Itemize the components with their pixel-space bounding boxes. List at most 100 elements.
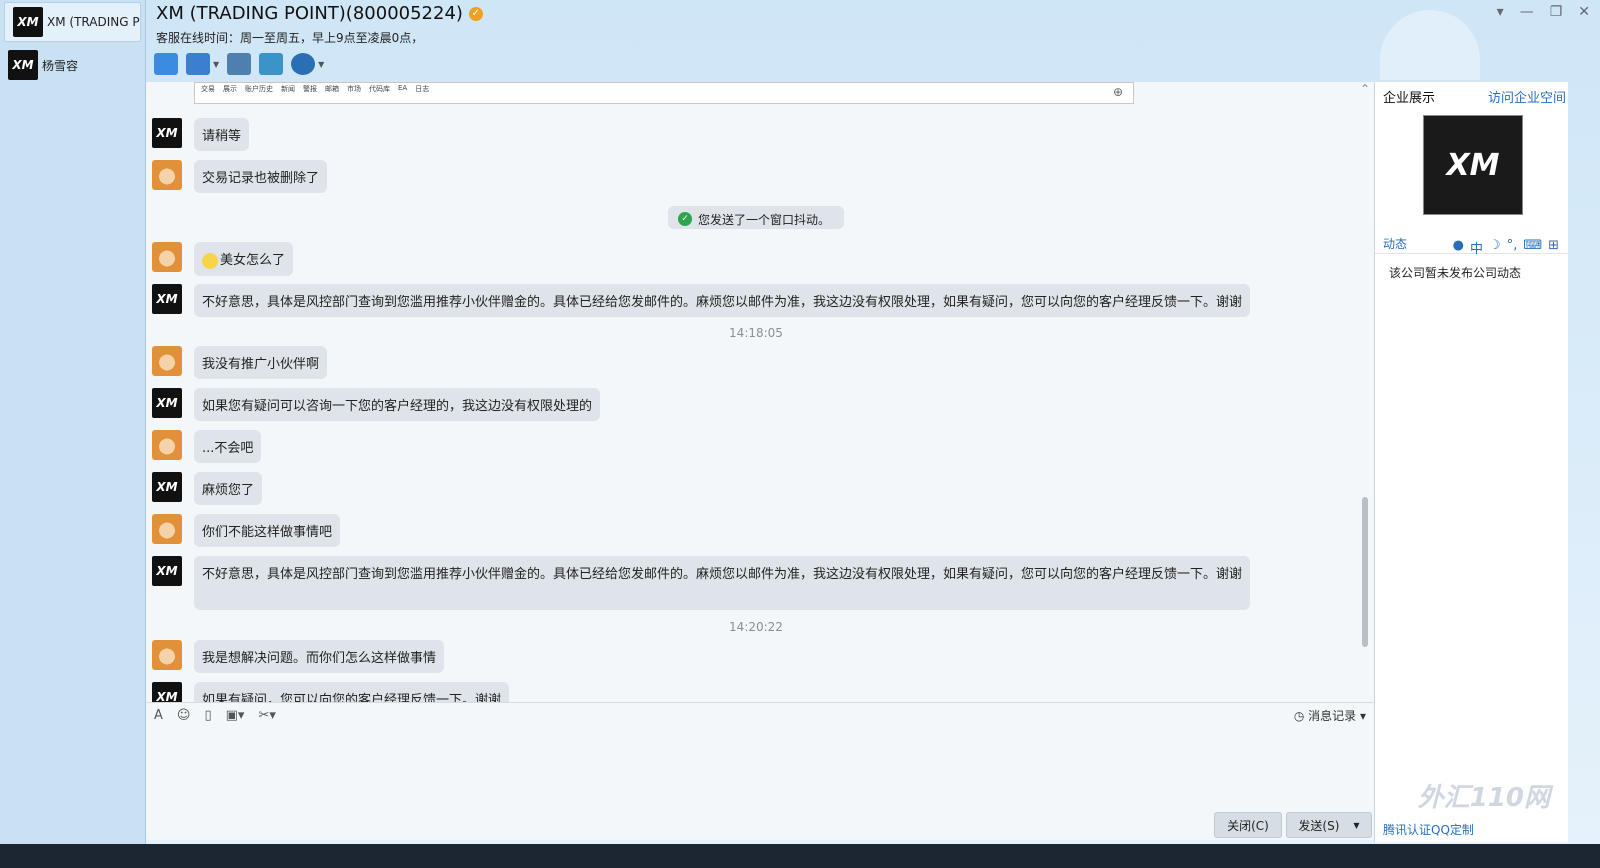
send-button[interactable]: 发送(S) ▼ [1286,812,1372,838]
user-avatar [152,640,182,670]
message-item: 我是想解决问题。而你们怎么这样做事情 [152,640,445,673]
contact-name: 杨雪容 [42,58,79,73]
chat-header: XM (TRADING POINT)(800005224) ✓ 客服在线时间：周… [146,0,1600,82]
message-item: 我没有推广小伙伴啊 [152,346,328,379]
maximize-icon[interactable]: ❐ [1550,4,1563,20]
screenshot-image[interactable]: 交易 展示 账户历史 新闻 警报 邮箱 市场 代码库 EA 日志 ⊕ [194,82,1134,104]
empty-dynamic-text: 该公司暂未发布公司动态 [1389,266,1522,280]
message-history-button[interactable]: ◷ 消息记录 ▾ [1294,707,1366,724]
user-avatar [152,346,182,376]
contact-item-yang[interactable]: XM 杨雪容 [0,44,145,86]
message-item: 交易记录也被删除了 [152,160,328,193]
app-button[interactable] [259,52,284,76]
user-avatar [152,160,182,190]
message-item: 美女怎么了 [152,242,294,276]
chevron-down-icon: ▼ [213,59,220,69]
message-text: 美女怎么了 [220,253,286,268]
moon-icon[interactable]: ☽ [1489,238,1501,257]
grid-icon[interactable]: ⊞ [1548,238,1559,257]
enterprise-panel: 企业展示 访问企业空间 XM 动态 ● 中 ☽ °, ⌨ ⊞ 该公司暂未发布公司… [1374,82,1569,842]
ime-toolbar: ● 中 ☽ °, ⌨ ⊞ [1453,238,1559,257]
strip-tab: EA [398,84,408,92]
strip-tab: 代码库 [369,85,390,93]
system-message: ✓ 您发送了一个窗口抖动。 [668,206,845,229]
message-bubble: ...不会吧 [194,430,262,463]
os-taskbar [0,844,1600,868]
zoom-icon[interactable]: ⊕ [1113,85,1123,99]
add-user-icon [154,53,178,75]
service-hours: 客服在线时间：周一至周五，早上9点至凌晨0点， [156,31,424,45]
folder-icon [186,53,210,75]
enterprise-space-link[interactable]: 访问企业空间 [1488,87,1566,106]
chevron-down-icon[interactable]: ▼ [1353,821,1359,830]
xm-avatar: XM [152,388,182,418]
message-item: XM 不好意思，具体是风控部门查询到您滥用推荐小伙伴赠金的。具体已经给您发邮件的… [152,284,1251,317]
tab-dynamic[interactable]: 动态 [1383,235,1407,252]
watermark: 外汇110网 [1417,783,1550,813]
xm-avatar: XM [152,472,182,502]
strip-tab: 警报 [303,85,317,93]
message-bubble: 如果有疑问，您可以向您的客户经理反馈一下。谢谢 [194,682,510,702]
xm-avatar: XM [13,7,43,37]
send-label: 发送(S) [1298,818,1340,833]
more-button[interactable]: ▼ [291,52,324,76]
message-bubble: 美女怎么了 [194,242,294,276]
xm-avatar: XM [8,50,38,80]
ime-language[interactable]: 中 [1470,238,1483,257]
message-item: XM 麻烦您了 [152,472,263,505]
strip-tab: 账户历史 [245,85,273,93]
monitor-icon [227,53,252,75]
ime-logo-icon[interactable]: ● [1453,238,1464,257]
punctuation-icon[interactable]: °, [1507,238,1518,257]
enterprise-logo: XM [1423,115,1523,215]
message-item: 你们不能这样做事情吧 [152,514,341,547]
user-avatar [152,514,182,544]
strip-tab: 邮箱 [325,85,339,93]
timestamp: 14:18:05 [729,326,783,340]
collapse-icon[interactable]: ⌃ [1360,82,1370,96]
close-button[interactable]: 关闭(C) [1214,812,1282,838]
chat-messages[interactable]: 交易 展示 账户历史 新闻 警报 邮箱 市场 代码库 EA 日志 ⊕ ⌃ XM … [146,82,1374,702]
strip-tab: 新闻 [281,85,295,93]
contact-list: XM XM (TRADING PO XM 杨雪容 [0,0,146,860]
contact-name: XM (TRADING PO [47,15,140,29]
system-message-text: 您发送了一个窗口抖动。 [698,212,831,227]
screenshot-icon[interactable]: ✂▾ [258,708,275,723]
xm-avatar: XM [152,682,182,702]
chevron-down-icon: ▼ [318,59,325,69]
add-contact-button[interactable] [154,52,178,76]
message-bubble: 请稍等 [194,118,250,151]
close-icon[interactable]: ✕ [1578,4,1590,20]
contact-item-xm[interactable]: XM XM (TRADING PO [4,2,141,42]
profile-icon [291,53,316,75]
strip-tab: 市场 [347,85,361,93]
keyboard-icon[interactable]: ⌨ [1523,238,1542,257]
strip-tab: 日志 [415,85,430,93]
file-transfer-button[interactable]: ▼ [186,52,219,76]
menu-icon[interactable]: ▾ [1497,4,1504,20]
emoji-icon[interactable]: ☺ [177,708,191,723]
image-icon[interactable]: ▣▾ [226,708,245,723]
message-bubble: 我没有推广小伙伴啊 [194,346,328,379]
strip-tab: 交易 [201,85,215,93]
chat-toolbar: ▼ ▼ [154,52,324,76]
message-bubble: 你们不能这样做事情吧 [194,514,341,547]
verified-icon: ✓ [468,7,483,21]
timestamp: 14:20:22 [729,620,783,634]
message-bubble: 不好意思，具体是风控部门查询到您滥用推荐小伙伴赠金的。具体已经给您发邮件的。麻烦… [194,284,1251,317]
message-history-label: 消息记录 [1308,709,1357,723]
user-avatar [152,242,182,272]
user-avatar [152,430,182,460]
clock-icon: ◷ [1293,709,1305,723]
chat-scrollbar[interactable] [1362,497,1368,647]
qq-certified-link[interactable]: 腾讯认证QQ定制 [1383,821,1474,838]
chat-title-text: XM (TRADING POINT)(800005224) [156,3,463,24]
message-input[interactable] [146,728,1374,840]
remote-desktop-button[interactable] [227,52,252,76]
font-icon[interactable]: A [154,708,163,723]
minimize-icon[interactable]: — [1520,4,1534,20]
shake-icon[interactable]: ▯ [204,708,211,723]
message-item: XM 如果有疑问，您可以向您的客户经理反馈一下。谢谢 [152,682,510,702]
check-icon: ✓ [678,212,692,226]
confused-emoji-icon [202,252,218,269]
